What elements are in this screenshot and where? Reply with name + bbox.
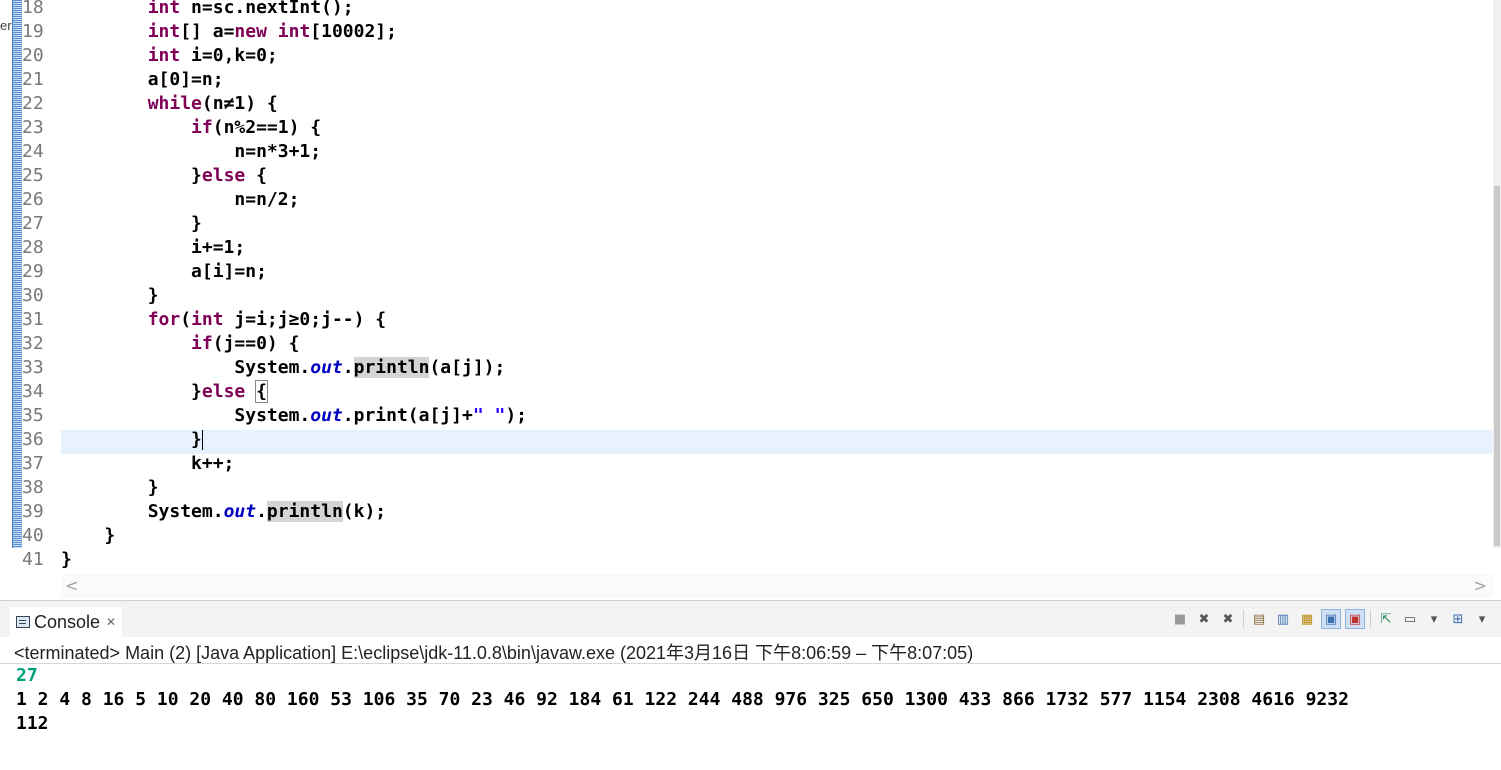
current-code-line[interactable]: }: [61, 430, 1493, 454]
line-number: 20: [22, 45, 44, 66]
line-number: 27: [22, 213, 44, 234]
vertical-scrollbar[interactable]: [1493, 0, 1501, 548]
text-cursor: [201, 430, 203, 450]
matching-brace: {: [255, 380, 268, 403]
clear-console-icon[interactable]: ▤: [1250, 610, 1268, 628]
code-line[interactable]: a[i]=n;: [61, 262, 1493, 286]
console-tab-bar: Console ✕ ■ ✖ ✖ ▤ ▥ ▦ ▣ ▣ ⇱ ▭ ▾ ⊞ ▾: [0, 601, 1501, 637]
remove-launch-icon[interactable]: ✖: [1195, 610, 1213, 628]
horizontal-scrollbar[interactable]: < >: [61, 574, 1493, 598]
show-on-stderr-icon[interactable]: ▣: [1345, 609, 1365, 629]
line-number: 31: [22, 309, 44, 330]
line-number: 30: [22, 285, 44, 306]
line-number: 40: [22, 525, 44, 546]
console-view: Console ✕ ■ ✖ ✖ ▤ ▥ ▦ ▣ ▣ ⇱ ▭ ▾ ⊞ ▾ <ter…: [0, 600, 1501, 770]
code-line[interactable]: }: [61, 526, 1493, 550]
console-output-count: 112: [16, 713, 49, 734]
code-line[interactable]: }: [61, 214, 1493, 238]
code-line[interactable]: for(int j=i;j≥0;j--) {: [61, 310, 1493, 334]
code-line[interactable]: a[0]=n;: [61, 70, 1493, 94]
code-line[interactable]: System.out.println(k);: [61, 501, 1493, 526]
code-line[interactable]: System.out.print(a[j]+" ");: [61, 406, 1493, 430]
console-tab[interactable]: Console ✕: [10, 607, 123, 637]
line-number: 18: [22, 0, 44, 18]
display-console-menu-icon[interactable]: ▾: [1425, 610, 1443, 628]
remove-all-terminated-icon[interactable]: ✖: [1219, 610, 1237, 628]
line-number: 28: [22, 237, 44, 258]
console-input-line: 27: [16, 665, 38, 686]
line-number: 34: [22, 381, 44, 402]
code-line[interactable]: if(j==0) {: [61, 334, 1493, 358]
line-number: 23: [22, 117, 44, 138]
pin-console-icon[interactable]: ⇱: [1377, 610, 1395, 628]
code-line[interactable]: }else {: [61, 166, 1493, 190]
line-number: 41: [22, 549, 44, 570]
show-on-stdout-icon[interactable]: ▣: [1321, 609, 1341, 629]
vertical-scrollbar-thumb[interactable]: [1494, 186, 1500, 546]
code-line[interactable]: int i=0,k=0;: [61, 46, 1493, 70]
code-line[interactable]: int n=sc.nextInt();: [61, 0, 1493, 22]
code-line[interactable]: int[] a=new int[10002];: [61, 22, 1493, 46]
line-number: 26: [22, 189, 44, 210]
code-line[interactable]: i+=1;: [61, 238, 1493, 262]
view-menu-icon[interactable]: ▾: [1473, 610, 1491, 628]
display-console-icon[interactable]: ▭: [1401, 610, 1419, 628]
open-console-icon[interactable]: ⊞: [1449, 610, 1467, 628]
line-number: 38: [22, 477, 44, 498]
console-toolbar: ■ ✖ ✖ ▤ ▥ ▦ ▣ ▣ ⇱ ▭ ▾ ⊞ ▾: [1171, 609, 1491, 629]
code-line[interactable]: k++;: [61, 454, 1493, 478]
code-line[interactable]: }: [61, 550, 1493, 574]
toolbar-separator: [1370, 610, 1371, 628]
console-divider: [0, 663, 1501, 664]
code-line[interactable]: System.out.println(a[j]);: [61, 357, 1493, 382]
code-line[interactable]: }: [61, 286, 1493, 310]
left-edge-fragment: er: [0, 18, 12, 33]
word-wrap-icon[interactable]: ▦: [1298, 610, 1316, 628]
console-output-sequence: 1 2 4 8 16 5 10 20 40 80 160 53 106 35 7…: [16, 689, 1349, 710]
line-number: 35: [22, 405, 44, 426]
terminate-icon[interactable]: ■: [1171, 610, 1189, 628]
console-tab-label: Console: [34, 611, 101, 632]
line-number: 24: [22, 141, 44, 162]
line-number: 36: [22, 429, 44, 450]
scroll-lock-icon[interactable]: ▥: [1274, 610, 1292, 628]
line-number: 22: [22, 93, 44, 114]
line-number: 19: [22, 21, 44, 42]
code-line[interactable]: n=n/2;: [61, 190, 1493, 214]
process-status-line: <terminated> Main (2) [Java Application]…: [14, 643, 974, 663]
change-ruler: [12, 0, 22, 548]
line-number: 37: [22, 453, 44, 474]
toolbar-separator: [1243, 610, 1244, 628]
code-line[interactable]: }else {: [61, 380, 1493, 406]
code-editor[interactable]: er 18 19 20 21 22 23 24 25 26 27 28 29 3…: [0, 0, 1501, 600]
line-number: 25: [22, 165, 44, 186]
line-number: 29: [22, 261, 44, 282]
scroll-right-icon[interactable]: >: [1474, 576, 1487, 595]
code-line[interactable]: if(n%2==1) {: [61, 118, 1493, 142]
code-line[interactable]: while(n≠1) {: [61, 94, 1493, 118]
scroll-left-icon[interactable]: <: [65, 576, 78, 595]
code-line[interactable]: }: [61, 478, 1493, 502]
line-number: 32: [22, 333, 44, 354]
line-number: 39: [22, 501, 44, 522]
console-icon: [16, 616, 30, 628]
line-number: 33: [22, 357, 44, 378]
code-line[interactable]: n=n*3+1;: [61, 142, 1493, 166]
close-icon[interactable]: ✕: [106, 615, 116, 629]
line-number: 21: [22, 69, 44, 90]
